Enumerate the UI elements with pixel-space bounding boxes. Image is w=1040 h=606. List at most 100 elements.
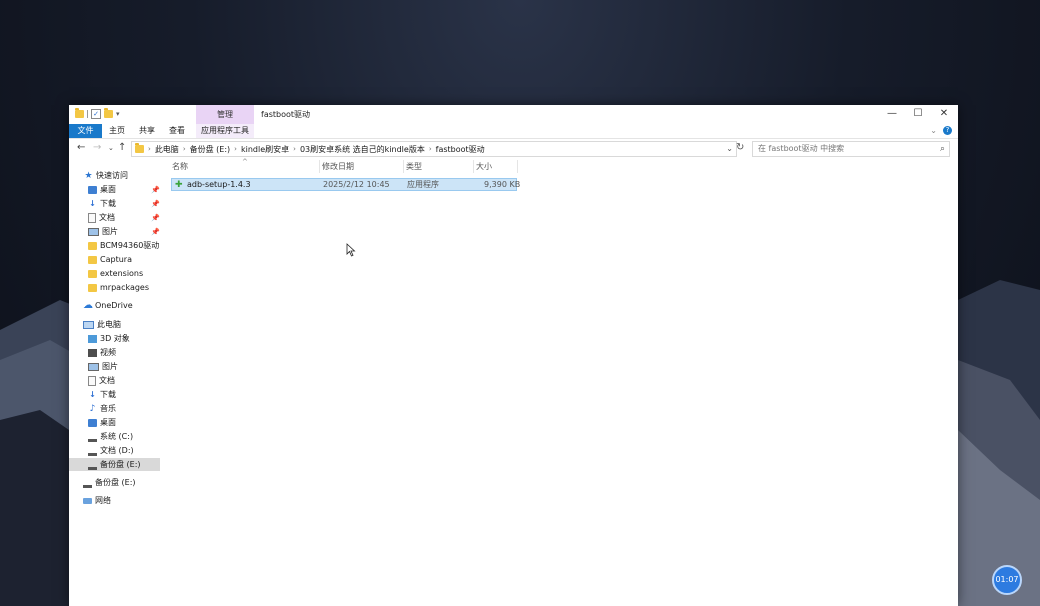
new-folder-icon[interactable]	[104, 108, 113, 118]
refresh-icon[interactable]: ↻	[736, 142, 744, 153]
tab-file[interactable]: 文件	[69, 124, 102, 138]
navigation-bar: ← → ⌄ ↑ › 此电脑 › 备份盘 (E:) › kindle刷安卓 › 0…	[69, 140, 958, 157]
breadcrumb-backup-drive[interactable]: 备份盘 (E:)	[190, 144, 231, 155]
recent-locations-chevron-icon[interactable]: ⌄	[108, 144, 114, 152]
forward-arrow-icon[interactable]: →	[93, 142, 101, 153]
tab-manage[interactable]: 管理	[196, 105, 254, 124]
column-header-label: 名称	[172, 162, 188, 171]
back-arrow-icon[interactable]: ←	[77, 142, 85, 153]
recording-timer-badge[interactable]: 01:07	[992, 565, 1022, 595]
sidebar-item-label: BCM94360驱动	[100, 241, 160, 250]
table-row[interactable]: ✚ adb-setup-1.4.3 2025/2/12 10:45 应用程序 9,…	[171, 178, 521, 191]
breadcrumb-this-pc[interactable]: 此电脑	[155, 144, 179, 155]
star-icon: ★	[84, 170, 93, 181]
sidebar-item-label: 快速访问	[96, 171, 128, 180]
pin-icon[interactable]: 📌	[151, 228, 160, 236]
ribbon-controls: ⌄ ?	[930, 126, 952, 135]
help-icon[interactable]: ?	[943, 126, 952, 135]
search-input[interactable]: 在 fastboot驱动 中搜索 ⌕	[752, 141, 950, 157]
properties-check-icon[interactable]: ✓	[91, 109, 101, 119]
breadcrumb-android-system[interactable]: 03刷安卓系统 选自己的kindle版本	[300, 144, 425, 155]
customize-toolbar-icon[interactable]: ▾	[116, 110, 120, 118]
file-date: 2025/2/12 10:45	[323, 180, 390, 189]
toolbar-separator	[87, 110, 88, 118]
sidebar-item-drive-e[interactable]: 备份盘 (E:)	[69, 458, 160, 471]
chevron-right-icon[interactable]: ›	[234, 145, 237, 153]
close-button[interactable]: ✕	[931, 105, 957, 124]
breadcrumb: › 此电脑 › 备份盘 (E:) › kindle刷安卓 › 03刷安卓系统 选…	[135, 142, 485, 156]
chevron-right-icon[interactable]: ›	[183, 145, 186, 153]
tab-home[interactable]: 主页	[105, 124, 129, 138]
sidebar-item-label: Captura	[100, 255, 132, 264]
chevron-right-icon[interactable]: ›	[148, 145, 151, 153]
up-arrow-icon[interactable]: ↑	[118, 142, 126, 153]
chevron-right-icon[interactable]: ›	[293, 145, 296, 153]
pin-icon[interactable]: 📌	[151, 186, 160, 194]
sidebar-item-label: 音乐	[100, 404, 116, 413]
document-icon	[88, 375, 96, 386]
document-icon	[88, 212, 96, 223]
sidebar-item-label: 文档	[99, 213, 115, 222]
picture-icon	[88, 362, 99, 371]
folder-icon	[88, 269, 97, 278]
sort-ascending-icon: ^	[242, 158, 248, 166]
breadcrumb-kindle[interactable]: kindle刷安卓	[241, 144, 289, 155]
column-header-type[interactable]: 类型	[404, 160, 474, 173]
sidebar-item-backup-drive[interactable]: 备份盘 (E:)	[69, 476, 183, 489]
sidebar-item-this-pc[interactable]: 此电脑	[69, 318, 183, 331]
search-placeholder: 在 fastboot驱动 中搜索	[758, 144, 845, 153]
sidebar-item-network[interactable]: 网络	[69, 494, 183, 507]
sidebar-item-label: 备份盘 (E:)	[95, 478, 136, 487]
tab-share[interactable]: 共享	[135, 124, 159, 138]
sidebar-item-label: 3D 对象	[100, 334, 130, 343]
sidebar-item-quick-access[interactable]: ★ 快速访问	[69, 169, 184, 182]
sidebar-item-label: 网络	[95, 496, 111, 505]
sidebar-item-label: 备份盘 (E:)	[100, 460, 141, 469]
folder-icon	[135, 143, 144, 153]
maximize-button[interactable]: ☐	[905, 105, 931, 124]
sidebar-item-label: 桌面	[100, 185, 116, 194]
sidebar-item-label: 下载	[100, 199, 116, 208]
sidebar-item-onedrive[interactable]: ☁ OneDrive	[69, 299, 183, 312]
tab-view[interactable]: 查看	[165, 124, 189, 138]
search-icon[interactable]: ⌕	[940, 142, 945, 156]
sidebar-item-label: 文档	[99, 376, 115, 385]
computer-icon	[83, 320, 94, 329]
address-dropdown-icon[interactable]: ⌄	[726, 142, 733, 156]
music-note-icon: ♪	[89, 403, 96, 414]
folder-icon	[88, 255, 97, 264]
column-header-size[interactable]: 大小	[474, 160, 518, 173]
file-name-cell: ✚ adb-setup-1.4.3	[175, 179, 251, 190]
quick-access-toolbar: ✓ ▾	[75, 108, 120, 119]
folder-icon	[88, 241, 97, 250]
navigation-pane: ★ 快速访问 桌面 📌 ↓ 下载 📌 文档 📌 图片 📌 BCM94360驱动	[69, 160, 169, 606]
mouse-cursor-icon	[346, 243, 356, 257]
column-header-name[interactable]: 名称 ^	[170, 158, 320, 173]
sidebar-item-label: OneDrive	[95, 301, 133, 310]
file-size: 9,390 KB	[484, 180, 521, 189]
expand-ribbon-icon[interactable]: ⌄	[930, 126, 937, 135]
pin-icon[interactable]: 📌	[151, 214, 160, 222]
address-bar[interactable]: › 此电脑 › 备份盘 (E:) › kindle刷安卓 › 03刷安卓系统 选…	[131, 141, 737, 157]
picture-icon	[88, 227, 99, 236]
sidebar-item-label: extensions	[100, 269, 144, 278]
sidebar-item-label: 图片	[102, 362, 118, 371]
breadcrumb-fastboot[interactable]: fastboot驱动	[436, 144, 485, 155]
sidebar-item-label: mrpackages	[100, 283, 150, 292]
desktop-icon	[88, 185, 97, 194]
film-icon	[88, 348, 97, 357]
folder-icon	[88, 283, 97, 292]
file-explorer-window: ✓ ▾ 管理 fastboot驱动 — ☐ ✕ 文件 主页 共享 查看 应用程序…	[69, 105, 958, 606]
cloud-icon: ☁	[83, 299, 93, 311]
column-header-date[interactable]: 修改日期	[320, 160, 404, 173]
minimize-button[interactable]: —	[879, 105, 905, 124]
file-name: adb-setup-1.4.3	[187, 180, 251, 189]
sidebar-item-label: 下载	[100, 390, 116, 399]
sidebar-item-label: 图片	[102, 227, 118, 236]
sidebar-item-label: 桌面	[100, 418, 116, 427]
drive-icon	[88, 436, 97, 442]
folder-icon	[75, 108, 84, 118]
chevron-right-icon[interactable]: ›	[429, 145, 432, 153]
tab-application-tools[interactable]: 应用程序工具	[196, 124, 254, 138]
pin-icon[interactable]: 📌	[151, 200, 160, 208]
